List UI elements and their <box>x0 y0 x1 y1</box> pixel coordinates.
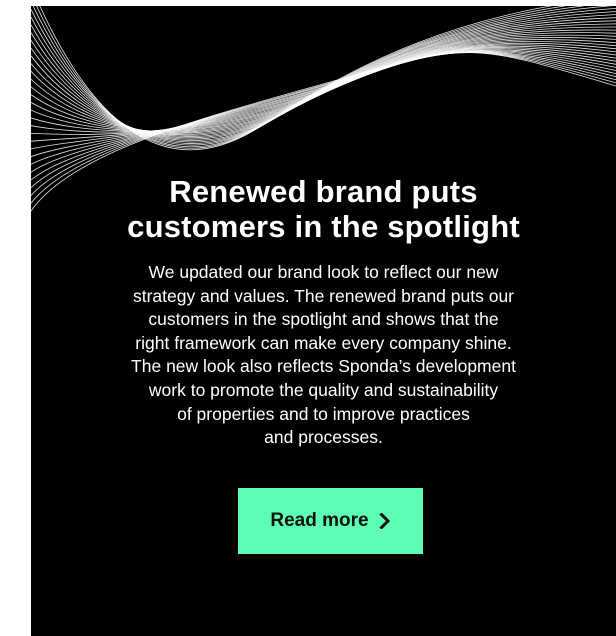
description-line: strategy and values. The renewed brand p… <box>132 285 515 306</box>
headline-line: Renewed brand puts <box>169 174 478 209</box>
wave-line <box>36 6 567 149</box>
read-more-label: Read more <box>270 510 369 531</box>
wave-line <box>31 50 616 173</box>
wave-line <box>31 23 616 137</box>
description-line: right framework can make every company s… <box>135 332 512 353</box>
wave-line <box>31 51 616 188</box>
wave-line <box>31 20 616 139</box>
wave-line <box>31 32 616 134</box>
promo-headline: Renewed brand puts customers in the spot… <box>31 174 616 244</box>
headline-line: customers in the spotlight <box>127 209 520 244</box>
page: Renewed brand puts customers in the spot… <box>0 0 616 636</box>
description-line: The new look also reflects Sponda’s deve… <box>131 356 516 377</box>
description-line: and processes. <box>264 427 383 448</box>
wave-line <box>31 29 616 135</box>
promo-description: We updated our brand look to reflect our… <box>31 261 616 450</box>
description-line: We updated our brand look to reflect our… <box>148 262 499 282</box>
wave-line <box>31 51 616 181</box>
wave-line <box>31 48 616 150</box>
wave-line <box>31 49 616 165</box>
brand-promo-card: Renewed brand puts customers in the spot… <box>31 6 616 636</box>
description-line: customers in the spotlight and shows tha… <box>148 309 499 330</box>
description-line: of properties and to improve practices <box>177 403 470 424</box>
description-line: work to promote the quality and sustaina… <box>148 379 499 400</box>
chevron-right-icon <box>378 512 391 530</box>
read-more-button[interactable]: Read more <box>238 488 423 554</box>
